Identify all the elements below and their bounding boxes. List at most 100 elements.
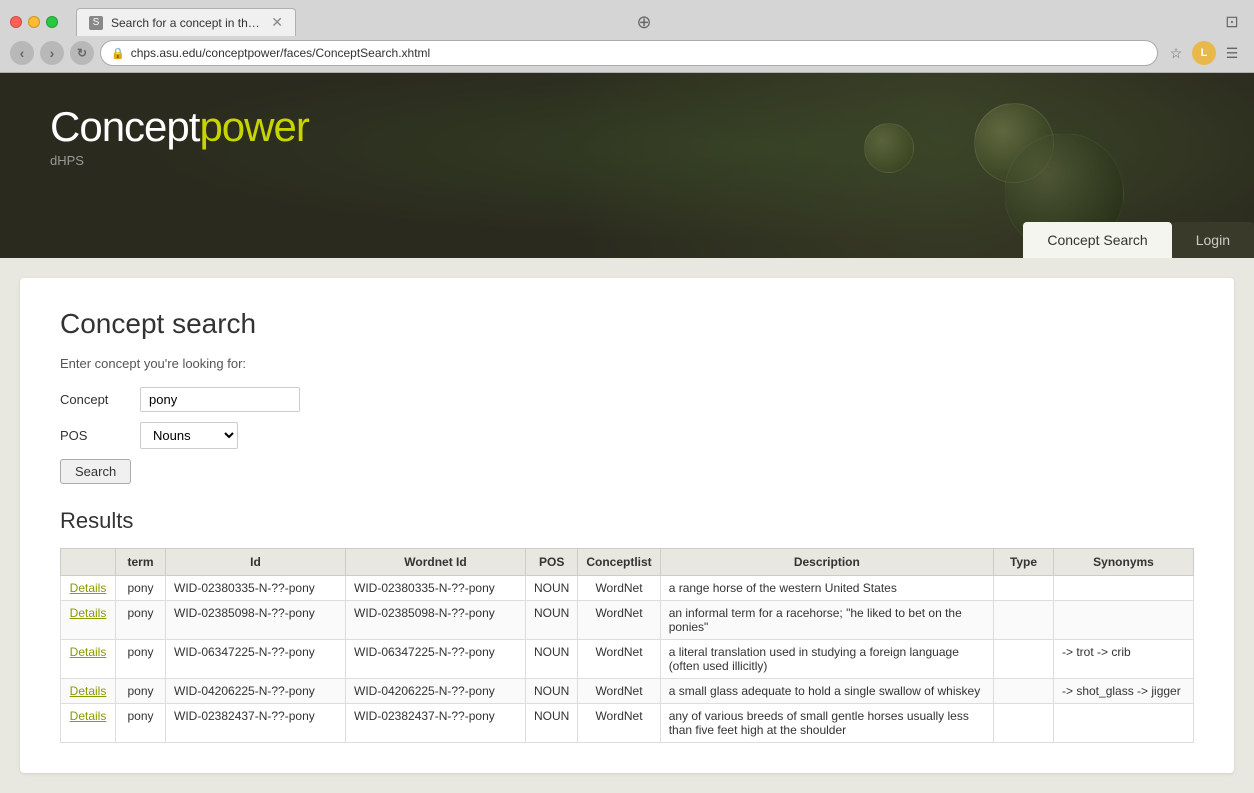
- table-body: Details pony WID-02380335-N-??-pony WID-…: [61, 576, 1194, 743]
- concept-label: Concept: [60, 392, 130, 407]
- row1-term: pony: [116, 576, 166, 601]
- table-header: term Id Wordnet Id POS Conceptlist Descr…: [61, 549, 1194, 576]
- col-header-type: Type: [994, 549, 1054, 576]
- row4-description: a small glass adequate to hold a single …: [660, 679, 993, 704]
- col-header-details: [61, 549, 116, 576]
- row1-details-link[interactable]: Details: [70, 581, 107, 595]
- col-header-pos: POS: [526, 549, 578, 576]
- col-header-id: Id: [166, 549, 346, 576]
- window-controls: [10, 16, 58, 28]
- table-header-row: term Id Wordnet Id POS Conceptlist Descr…: [61, 549, 1194, 576]
- page-title: Concept search: [60, 308, 1194, 340]
- user-avatar[interactable]: L: [1192, 41, 1216, 65]
- window-restore-icon[interactable]: ⊡: [1220, 10, 1244, 34]
- nav-tab-concept-search[interactable]: Concept Search: [1023, 222, 1171, 258]
- address-bar[interactable]: 🔒 chps.asu.edu/conceptpower/faces/Concep…: [100, 40, 1158, 66]
- logo-power: power: [199, 103, 308, 150]
- table-row: Details pony WID-02382437-N-??-pony WID-…: [61, 704, 1194, 743]
- pos-label: POS: [60, 428, 130, 443]
- row3-details-link[interactable]: Details: [70, 645, 107, 659]
- row4-synonyms: -> shot_glass -> jigger: [1054, 679, 1194, 704]
- row1-wordnet: WID-02380335-N-??-pony: [346, 576, 526, 601]
- content-card: Concept search Enter concept you're look…: [20, 278, 1234, 773]
- row1-type: [994, 576, 1054, 601]
- browser-nav-icons: ☆ L ☰: [1164, 41, 1244, 65]
- row4-wordnet: WID-04206225-N-??-pony: [346, 679, 526, 704]
- browser-tab[interactable]: S Search for a concept in the... ✕: [76, 8, 296, 36]
- row3-id: WID-06347225-N-??-pony: [166, 640, 346, 679]
- row4-pos: NOUN: [526, 679, 578, 704]
- row2-type: [994, 601, 1054, 640]
- row3-description: a literal translation used in studying a…: [660, 640, 993, 679]
- header-navigation: Concept Search Login: [1023, 222, 1254, 258]
- row4-term: pony: [116, 679, 166, 704]
- search-button-row: Search: [60, 459, 1194, 484]
- concept-form-row: Concept: [60, 387, 1194, 412]
- row2-id: WID-02385098-N-??-pony: [166, 601, 346, 640]
- row5-id: WID-02382437-N-??-pony: [166, 704, 346, 743]
- row5-term: pony: [116, 704, 166, 743]
- row5-conceptlist: WordNet: [578, 704, 660, 743]
- maximize-button[interactable]: [46, 16, 58, 28]
- row4-id: WID-04206225-N-??-pony: [166, 679, 346, 704]
- menu-icon[interactable]: ☰: [1220, 41, 1244, 65]
- nav-tab-login[interactable]: Login: [1172, 222, 1254, 258]
- browser-titlebar: S Search for a concept in the... ✕ ⊕ ⊡: [0, 0, 1254, 36]
- tab-bar: S Search for a concept in the... ✕: [76, 8, 624, 36]
- reload-button[interactable]: ↻: [70, 41, 94, 65]
- row1-id: WID-02380335-N-??-pony: [166, 576, 346, 601]
- main-content: Concept search Enter concept you're look…: [0, 258, 1254, 793]
- forward-button[interactable]: ›: [40, 41, 64, 65]
- row5-details-cell: Details: [61, 704, 116, 743]
- row1-conceptlist: WordNet: [578, 576, 660, 601]
- search-button[interactable]: Search: [60, 459, 131, 484]
- tab-close-icon[interactable]: ✕: [271, 14, 283, 31]
- back-button[interactable]: ‹: [10, 41, 34, 65]
- row2-conceptlist: WordNet: [578, 601, 660, 640]
- results-title: Results: [60, 508, 1194, 534]
- row2-wordnet: WID-02385098-N-??-pony: [346, 601, 526, 640]
- row3-synonyms: -> trot -> crib: [1054, 640, 1194, 679]
- row5-synonyms: [1054, 704, 1194, 743]
- pos-select[interactable]: Nouns Verbs Adjectives Adverbs: [140, 422, 238, 449]
- row2-description: an informal term for a racehorse; "he li…: [660, 601, 993, 640]
- row4-details-link[interactable]: Details: [70, 684, 107, 698]
- bookmark-icon[interactable]: ☆: [1164, 41, 1188, 65]
- browser-chrome: S Search for a concept in the... ✕ ⊕ ⊡ ‹…: [0, 0, 1254, 73]
- row3-term: pony: [116, 640, 166, 679]
- row3-conceptlist: WordNet: [578, 640, 660, 679]
- col-header-synonyms: Synonyms: [1054, 549, 1194, 576]
- row1-synonyms: [1054, 576, 1194, 601]
- row3-details-cell: Details: [61, 640, 116, 679]
- table-row: Details pony WID-02385098-N-??-pony WID-…: [61, 601, 1194, 640]
- row1-description: a range horse of the western United Stat…: [660, 576, 993, 601]
- concept-input[interactable]: [140, 387, 300, 412]
- logo-subtitle: dHPS: [50, 153, 1204, 168]
- row2-pos: NOUN: [526, 601, 578, 640]
- row5-description: any of various breeds of small gentle ho…: [660, 704, 993, 743]
- row2-details-link[interactable]: Details: [70, 606, 107, 620]
- lock-icon: 🔒: [111, 47, 125, 60]
- pos-form-row: POS Nouns Verbs Adjectives Adverbs: [60, 422, 1194, 449]
- col-header-wordnet: Wordnet Id: [346, 549, 526, 576]
- row5-details-link[interactable]: Details: [70, 709, 107, 723]
- results-table: term Id Wordnet Id POS Conceptlist Descr…: [60, 548, 1194, 743]
- col-header-term: term: [116, 549, 166, 576]
- row3-pos: NOUN: [526, 640, 578, 679]
- col-header-description: Description: [660, 549, 993, 576]
- app-header: Conceptpower dHPS Concept Search Login: [0, 73, 1254, 258]
- close-button[interactable]: [10, 16, 22, 28]
- row1-pos: NOUN: [526, 576, 578, 601]
- col-header-conceptlist: Conceptlist: [578, 549, 660, 576]
- tab-title: Search for a concept in the...: [111, 16, 263, 30]
- tab-favicon: S: [89, 16, 103, 30]
- nav-tab-login-label: Login: [1196, 232, 1230, 248]
- new-tab-button[interactable]: ⊕: [632, 10, 656, 34]
- form-instruction: Enter concept you're looking for:: [60, 356, 1194, 371]
- logo-concept: Concept: [50, 103, 199, 150]
- row4-type: [994, 679, 1054, 704]
- row3-wordnet: WID-06347225-N-??-pony: [346, 640, 526, 679]
- nav-tab-concept-search-label: Concept Search: [1047, 232, 1147, 248]
- table-row: Details pony WID-04206225-N-??-pony WID-…: [61, 679, 1194, 704]
- minimize-button[interactable]: [28, 16, 40, 28]
